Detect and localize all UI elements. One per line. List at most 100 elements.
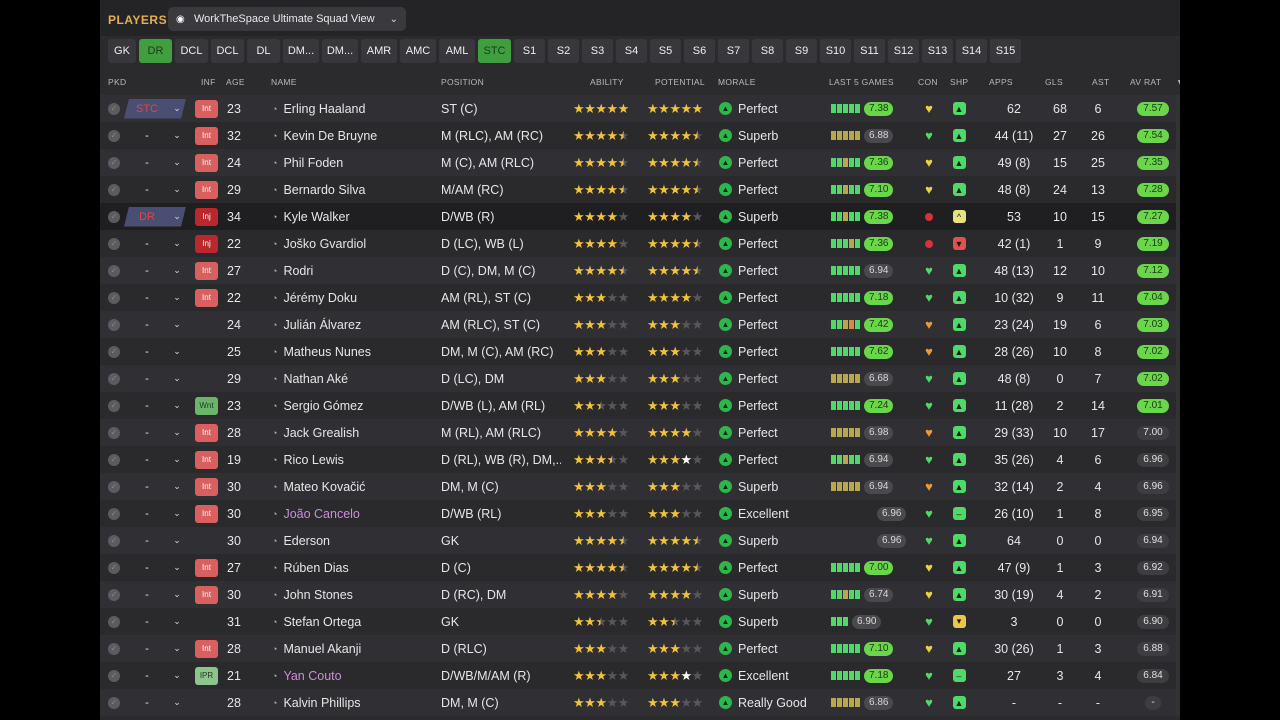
player-name[interactable]: Kalvin Phillips [283,696,360,710]
player-name[interactable]: Kyle Walker [283,210,349,224]
tab-dcl-2[interactable]: DCL [175,39,208,63]
checkmark-icon[interactable]: ✓ [108,345,120,358]
tab-dcl-3[interactable]: DCL [211,39,244,63]
tab-aml-9[interactable]: AML [439,39,475,63]
status-badge[interactable]: Inj [195,234,218,253]
checkmark-icon[interactable]: ✓ [108,426,120,439]
table-row[interactable]: ✓ - ⌄ Int 32 ◔ Kevin De Bruyne M (RLC), AM (RC)… [100,122,1180,149]
tab-gk-0[interactable]: GK [108,39,136,63]
checkmark-icon[interactable]: ✓ [108,642,120,655]
tab-s5-15[interactable]: S5 [650,39,681,63]
selection-dropdown[interactable]: - ⌄ [124,153,186,173]
tab-s8-18[interactable]: S8 [752,39,783,63]
status-badge[interactable]: Int [195,126,218,145]
player-name[interactable]: Ederson [283,534,330,548]
pkd-cell[interactable]: ✓ [108,230,122,257]
player-name-cell[interactable]: ◔ Stefan Ortega [272,608,440,635]
player-name-cell[interactable]: ◔ João Cancelo [272,500,440,527]
table-row[interactable]: ✓ - ⌄ Int 19 ◔ Rico Lewis D (RL), WB (R), DM,..… [100,446,1180,473]
player-name[interactable]: Nathan Aké [283,372,348,386]
tab-s11-21[interactable]: S11 [854,39,885,63]
table-row[interactable]: ✓ - ⌄ 28 ◔ Kalvin Phillips DM, M (C) ★★★★★ ★★★★★… [100,689,1180,716]
checkmark-icon[interactable]: ✓ [108,291,120,304]
player-name-cell[interactable]: ◔ Rico Lewis [272,446,440,473]
selection-dropdown[interactable]: - ⌄ [124,369,186,389]
pkd-cell[interactable]: ✓ [108,446,122,473]
view-selector[interactable]: ◉ WorkTheSpace Ultimate Squad View ⌄ [168,7,406,31]
tab-dm-5[interactable]: DM... [283,39,319,63]
pkd-cell[interactable]: ✓ [108,581,122,608]
selection-cell[interactable]: - ⌄ [124,527,188,554]
tab-s7-17[interactable]: S7 [718,39,749,63]
table-row[interactable]: ✓ - ⌄ Int 27 ◔ Rodri D (C), DM, M (C) ★★★★★ ★★★★★… [100,257,1180,284]
checkmark-icon[interactable]: ✓ [108,156,120,169]
checkmark-icon[interactable]: ✓ [108,588,120,601]
pkd-cell[interactable]: ✓ [108,689,122,716]
pkd-cell[interactable]: ✓ [108,149,122,176]
player-name-cell[interactable]: ◔ Kalvin Phillips [272,689,440,716]
pkd-cell[interactable]: ✓ [108,527,122,554]
selection-dropdown[interactable]: - ⌄ [124,180,186,200]
status-badge[interactable]: Int [195,450,218,469]
player-name-cell[interactable]: ◔ Rúben Dias [272,554,440,581]
selection-cell[interactable]: STC ⌄ [124,95,188,122]
selection-dropdown[interactable]: - ⌄ [124,342,186,362]
tab-s4-14[interactable]: S4 [616,39,647,63]
player-name-cell[interactable]: ◔ Kevin De Bruyne [272,122,440,149]
player-name[interactable]: Kevin De Bruyne [283,129,377,143]
checkmark-icon[interactable]: ✓ [108,480,120,493]
table-row[interactable]: ✓ - ⌄ Int 22 ◔ Jérémy Doku AM (RL), ST (C) ★★★★★… [100,284,1180,311]
table-row[interactable]: ✓ - ⌄ 25 ◔ Matheus Nunes DM, M (C), AM (RC) ★★★… [100,338,1180,365]
table-row[interactable]: ✓ - ⌄ Int 30 ◔ John Stones D (RC), DM ★★★★★ ★★★★★… [100,581,1180,608]
checkmark-icon[interactable]: ✓ [108,399,120,412]
checkmark-icon[interactable]: ✓ [108,453,120,466]
selection-dropdown[interactable]: - ⌄ [124,315,186,335]
pkd-cell[interactable]: ✓ [108,419,122,446]
col-con[interactable]: CON [918,77,938,87]
col-name[interactable]: NAME [271,77,297,87]
col-age[interactable]: AGE [226,77,245,87]
player-name[interactable]: Matheus Nunes [283,345,371,359]
selection-dropdown[interactable]: - ⌄ [124,450,186,470]
player-name-cell[interactable]: ◔ Rodri [272,257,440,284]
player-name-cell[interactable]: ◔ Matheus Nunes [272,338,440,365]
status-badge[interactable]: Int [195,477,218,496]
pkd-cell[interactable]: ✓ [108,257,122,284]
selection-dropdown[interactable]: - ⌄ [124,639,186,659]
checkmark-icon[interactable]: ✓ [108,129,120,142]
table-row[interactable]: ✓ - ⌄ Int 30 ◔ João Cancelo D/WB (RL) ★★★★★ ★★★★★… [100,500,1180,527]
selection-cell[interactable]: - ⌄ [124,473,188,500]
col-inf[interactable]: INF [201,77,216,87]
tab-s1-11[interactable]: S1 [514,39,545,63]
selection-dropdown[interactable]: - ⌄ [124,531,186,551]
pkd-cell[interactable]: ✓ [108,122,122,149]
selection-dropdown[interactable]: STC ⌄ [124,98,186,119]
selection-cell[interactable]: - ⌄ [124,554,188,581]
player-name[interactable]: Rico Lewis [283,453,343,467]
status-badge[interactable]: Wnt [195,396,218,415]
table-row[interactable]: ✓ - ⌄ Int 30 ◔ Mateo Kovačić DM, M (C) ★★★★★ ★★★★… [100,473,1180,500]
player-name-cell[interactable]: ◔ Kyle Walker [272,203,440,230]
selection-cell[interactable]: - ⌄ [124,365,188,392]
selection-dropdown[interactable]: - ⌄ [124,585,186,605]
selection-dropdown[interactable]: - ⌄ [124,693,186,713]
player-name-cell[interactable]: ◔ Erling Haaland [272,95,440,122]
checkmark-icon[interactable]: ✓ [108,561,120,574]
selection-dropdown[interactable]: - ⌄ [124,396,186,416]
selection-cell[interactable]: - ⌄ [124,500,188,527]
selection-cell[interactable]: - ⌄ [124,284,188,311]
checkmark-icon[interactable]: ✓ [108,615,120,628]
checkmark-icon[interactable]: ✓ [108,372,120,385]
tab-amr-7[interactable]: AMR [361,39,397,63]
pkd-cell[interactable]: ✓ [108,392,122,419]
player-name[interactable]: João Cancelo [283,507,359,521]
player-name[interactable]: Rodri [283,264,313,278]
player-name-cell[interactable]: ◔ Phil Foden [272,149,440,176]
checkmark-icon[interactable]: ✓ [108,507,120,520]
status-badge[interactable]: Inj [195,207,218,226]
player-name-cell[interactable]: ◔ John Stones [272,581,440,608]
col-potential[interactable]: POTENTIAL [655,77,705,87]
tab-dr-1[interactable]: DR [139,39,172,63]
player-name-cell[interactable]: ◔ Jérémy Doku [272,284,440,311]
checkmark-icon[interactable]: ✓ [108,210,120,223]
